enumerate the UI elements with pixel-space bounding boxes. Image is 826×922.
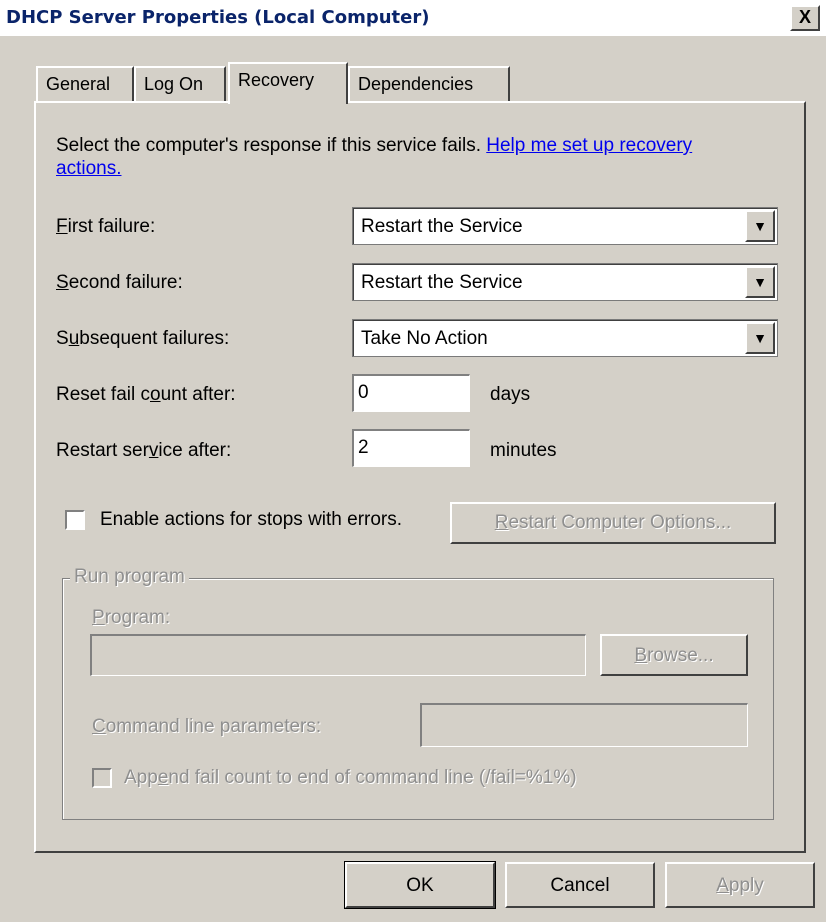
label-text: irst failure: [67, 216, 156, 237]
days-unit-label: days [490, 384, 531, 405]
label-text: Restart ser [56, 440, 149, 461]
minutes-unit-label: minutes [490, 440, 557, 461]
second-failure-select[interactable]: Restart the Service ▼ [352, 263, 778, 301]
close-button[interactable]: X [790, 5, 820, 31]
enable-actions-label[interactable]: Enable actions for stops with errors. [100, 509, 402, 531]
tab-label: General [46, 74, 111, 94]
intro-text: Select the computer's response if this s… [56, 135, 481, 156]
tab-general[interactable]: General [36, 66, 134, 102]
append-fail-count-checkbox[interactable] [92, 768, 112, 788]
tab-recovery[interactable]: Recovery [228, 62, 348, 104]
command-line-input[interactable] [420, 703, 748, 747]
accelerator-key: B [634, 645, 648, 666]
button-label: estart Computer Options... [508, 512, 732, 533]
ok-button[interactable]: OK [344, 861, 496, 909]
label-text: Reset fail c [56, 384, 150, 405]
label-text: S [56, 328, 69, 349]
tab-label: Dependencies [358, 74, 474, 94]
help-link-continued[interactable]: actions. [56, 158, 121, 180]
second-failure-label: Second failure: [56, 272, 183, 294]
button-label: pply [728, 875, 764, 896]
label-text: ommand line parameters: [105, 716, 322, 737]
program-input[interactable] [90, 634, 586, 676]
label-text: econd failure: [68, 272, 183, 293]
append-fail-count-label[interactable]: Append fail count to end of command line… [124, 767, 577, 789]
title-bar: DHCP Server Properties (Local Computer) … [0, 0, 826, 36]
reset-fail-count-label: Reset fail count after: [56, 384, 236, 406]
label-text: unt after: [160, 384, 236, 405]
program-label: Program: [92, 607, 170, 629]
chevron-down-icon[interactable]: ▼ [745, 266, 775, 298]
reset-fail-count-input[interactable]: 0 [352, 374, 470, 412]
first-failure-label: First failure: [56, 216, 155, 238]
accelerator-key: F [56, 216, 68, 237]
selected-value: Restart the Service [361, 272, 523, 293]
accelerator-key: e [157, 767, 169, 788]
chevron-down-icon[interactable]: ▼ [745, 210, 775, 242]
intro-line: Select the computer's response if this s… [56, 135, 692, 157]
restart-service-label: Restart service after: [56, 440, 231, 462]
tab-label: Recovery [238, 70, 315, 90]
accelerator-key: R [494, 512, 509, 533]
enable-actions-checkbox[interactable] [65, 510, 85, 530]
close-icon: X [798, 7, 811, 27]
label-text: App [124, 767, 158, 788]
apply-button[interactable]: Apply [665, 862, 815, 908]
first-failure-select[interactable]: Restart the Service ▼ [352, 207, 778, 245]
button-label: rowse... [647, 645, 714, 666]
selected-value: Restart the Service [361, 216, 523, 237]
accelerator-key: C [92, 716, 106, 737]
tab-log-on[interactable]: Log On [134, 66, 226, 102]
accelerator-key: P [92, 607, 105, 628]
tab-dependencies[interactable]: Dependencies [348, 66, 510, 102]
label-text: rogram: [104, 607, 171, 628]
label-text: bsequent failures: [79, 328, 230, 349]
accelerator-key: v [148, 440, 159, 461]
window-title: DHCP Server Properties (Local Computer) [6, 7, 430, 28]
restart-computer-options-button[interactable]: Restart Computer Options... [450, 502, 776, 544]
tab-label: Log On [144, 74, 204, 94]
subsequent-failures-label: Subsequent failures: [56, 328, 229, 350]
run-program-group-title: Run program [70, 566, 189, 588]
label-text: ice after: [158, 440, 232, 461]
accelerator-key: u [68, 328, 80, 349]
help-link[interactable]: Help me set up recovery [486, 135, 692, 156]
accelerator-key: A [716, 875, 729, 896]
browse-button[interactable]: Browse... [600, 634, 748, 676]
chevron-down-icon[interactable]: ▼ [745, 322, 775, 354]
selected-value: Take No Action [361, 328, 488, 349]
cancel-button[interactable]: Cancel [505, 862, 655, 908]
accelerator-key: S [56, 272, 69, 293]
accelerator-key: o [149, 384, 161, 405]
command-line-label: Command line parameters: [92, 716, 321, 738]
restart-service-input[interactable]: 2 [352, 429, 470, 467]
subsequent-failures-select[interactable]: Take No Action ▼ [352, 319, 778, 357]
label-text: nd fail count to end of command line (/f… [168, 767, 577, 788]
